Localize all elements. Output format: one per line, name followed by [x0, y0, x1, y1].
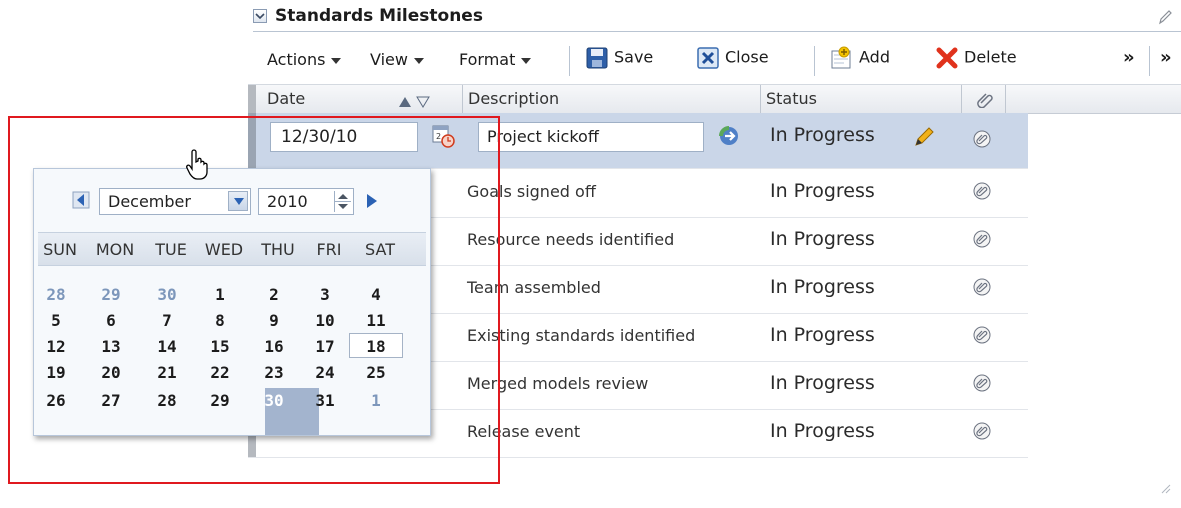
format-menu-label: Format	[459, 50, 516, 69]
go-arrow-icon[interactable]	[718, 125, 740, 151]
status-text: In Progress	[770, 124, 875, 146]
attachment-icon[interactable]	[972, 229, 992, 253]
column-divider	[1005, 85, 1006, 113]
sort-ascending-icon[interactable]	[398, 93, 412, 112]
description-text: Existing standards identified	[467, 326, 696, 345]
actions-menu[interactable]: Actions	[267, 50, 342, 69]
attachment-icon[interactable]	[972, 421, 992, 445]
view-menu-label: View	[370, 50, 408, 69]
sort-descending-icon[interactable]	[416, 93, 430, 112]
attachment-icon[interactable]	[972, 129, 992, 153]
status-text: In Progress	[770, 228, 875, 250]
panel-divider	[253, 31, 1181, 32]
column-divider	[961, 85, 962, 113]
toolbar-separator	[814, 46, 815, 76]
column-header-description[interactable]: Description	[468, 89, 559, 108]
collapse-panel-button[interactable]	[253, 9, 267, 23]
close-window-icon	[697, 47, 719, 69]
column-header-status[interactable]: Status	[766, 89, 817, 108]
attachment-icon[interactable]	[972, 181, 992, 205]
toolbar-separator	[1149, 46, 1150, 76]
add-button[interactable]: Add	[829, 46, 890, 70]
save-button[interactable]: Save	[586, 47, 653, 69]
column-divider	[760, 85, 761, 113]
save-label: Save	[614, 47, 654, 67]
toolbar-separator	[569, 46, 570, 76]
row-header-column	[248, 85, 256, 113]
close-button[interactable]: Close	[697, 47, 769, 69]
description-input[interactable]: Project kickoff	[478, 122, 704, 152]
delete-x-icon	[936, 47, 958, 69]
add-record-icon	[831, 46, 851, 69]
column-header-attachment-icon[interactable]	[976, 90, 994, 112]
actions-menu-label: Actions	[267, 50, 326, 69]
edit-panel-icon[interactable]	[1157, 8, 1173, 30]
attachment-icon[interactable]	[972, 373, 992, 397]
column-divider	[462, 85, 463, 113]
caret-down-icon	[413, 57, 424, 64]
toolbar-overflow-button[interactable]: »	[1123, 47, 1135, 68]
add-label: Add	[859, 47, 890, 67]
delete-label: Delete	[964, 47, 1017, 67]
toolbar-overflow-button-2[interactable]: »	[1160, 47, 1172, 68]
toolbar: Actions View Format Save Close Add Delet…	[253, 38, 1181, 80]
edit-pencil-icon[interactable]	[912, 125, 936, 153]
panel-header: Standards Milestones	[253, 6, 1181, 32]
close-label: Close	[725, 47, 769, 67]
status-text: In Progress	[770, 372, 875, 394]
caret-down-icon	[331, 57, 342, 64]
attachment-icon[interactable]	[972, 277, 992, 301]
caret-down-icon	[521, 57, 532, 64]
highlight-frame	[8, 116, 500, 484]
delete-button[interactable]: Delete	[936, 47, 1017, 69]
status-text: In Progress	[770, 276, 875, 298]
column-header-date[interactable]: Date	[267, 89, 305, 108]
status-text: In Progress	[770, 420, 875, 442]
floppy-disk-icon	[586, 47, 608, 69]
resize-grip-icon[interactable]	[1159, 479, 1171, 498]
attachment-icon[interactable]	[972, 325, 992, 349]
panel-title: Standards Milestones	[275, 6, 483, 26]
table-header: Date Description Status	[248, 84, 1181, 114]
chevron-down-icon	[255, 13, 265, 20]
view-menu[interactable]: View	[370, 50, 424, 69]
format-menu[interactable]: Format	[459, 50, 532, 69]
status-text: In Progress	[770, 324, 875, 346]
status-text: In Progress	[770, 180, 875, 202]
